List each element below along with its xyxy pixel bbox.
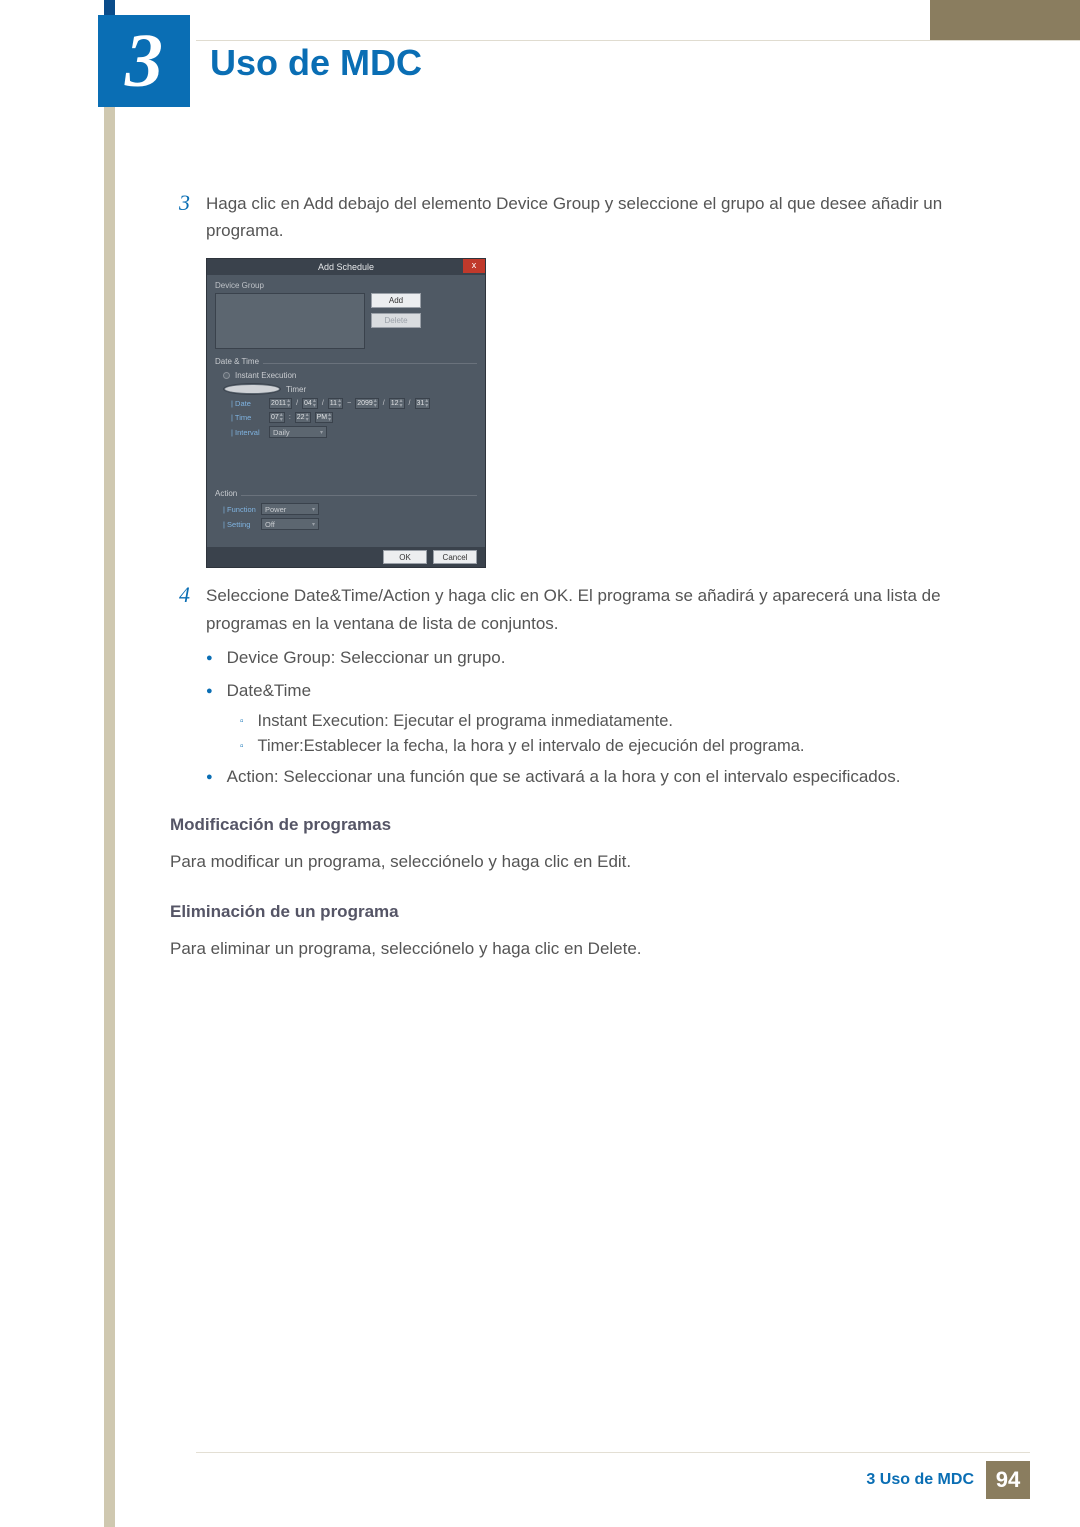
section-heading-modify: Modificación de programas <box>170 815 1010 835</box>
sep: / <box>383 400 385 407</box>
header-rule <box>196 40 1080 41</box>
device-group-label: Device Group <box>215 281 477 290</box>
month-from-stepper[interactable]: 04▴▾ <box>302 398 318 409</box>
time-row: | Time 07▴▾ : 22▴▾ PM▴▾ <box>231 412 477 423</box>
chapter-badge: 3 <box>98 15 190 107</box>
interval-select[interactable]: Daily▾ <box>269 426 327 438</box>
header-accent <box>930 0 1080 40</box>
ok-button[interactable]: OK <box>383 550 427 564</box>
hour-stepper[interactable]: 07▴▾ <box>269 412 285 423</box>
date-row-label: | Date <box>231 399 265 408</box>
list-text: Timer:Establecer la fecha, la hora y el … <box>258 737 805 756</box>
day-to-stepper[interactable]: 31▴▾ <box>415 398 431 409</box>
page-number: 94 <box>986 1461 1030 1499</box>
bullet-icon: ▫ <box>240 741 244 756</box>
add-button[interactable]: Add <box>371 293 421 308</box>
list-item: ● Device Group: Seleccionar un grupo. <box>206 645 1010 671</box>
tilde: ~ <box>347 400 351 407</box>
list-text: Action: Seleccionar una función que se a… <box>227 764 901 790</box>
timer-radio[interactable]: Timer <box>223 383 477 395</box>
page-title: Uso de MDC <box>210 42 422 84</box>
sep: / <box>409 400 411 407</box>
setting-row-label: | Setting <box>223 520 257 529</box>
date-row: | Date 2011▴▾ / 04▴▾ / 11▴▾ ~ 2099▴▾ / 1… <box>231 398 477 409</box>
step-3: 3 Haga clic en Add debajo del elemento D… <box>170 190 1010 244</box>
instant-execution-label: Instant Execution <box>235 371 296 380</box>
page-footer: 3 Uso de MDC 94 <box>866 1461 1030 1499</box>
instant-execution-radio[interactable]: Instant Execution <box>223 371 477 380</box>
step-number: 4 <box>170 582 190 636</box>
dialog-title-text: Add Schedule <box>318 262 374 272</box>
setting-row: | Setting Off▾ <box>223 518 477 530</box>
step-4: 4 Seleccione Date&Time/Action y haga cli… <box>170 582 1010 636</box>
add-schedule-dialog-screenshot: Add Schedule x Device Group Add Delete D… <box>206 258 486 568</box>
year-from-stepper[interactable]: 2011▴▾ <box>269 398 292 409</box>
sep: / <box>296 400 298 407</box>
setting-select[interactable]: Off▾ <box>261 518 319 530</box>
delete-button: Delete <box>371 313 421 328</box>
interval-row: | Interval Daily▾ <box>231 426 477 438</box>
content-area: 3 Haga clic en Add debajo del elemento D… <box>170 190 1010 962</box>
bullet-icon: ▫ <box>240 716 244 731</box>
list-item: ● Action: Seleccionar una función que se … <box>206 764 1010 790</box>
function-row-label: | Function <box>223 505 257 514</box>
list-text: Instant Execution: Ejecutar el programa … <box>258 712 673 731</box>
section-body-modify: Para modificar un programa, selecciónelo… <box>170 849 1010 875</box>
step-number: 3 <box>170 190 190 244</box>
step-text: Seleccione Date&Time/Action y haga clic … <box>206 582 1010 636</box>
section-heading-delete: Eliminación de un programa <box>170 902 1010 922</box>
step-text: Haga clic en Add debajo del elemento Dev… <box>206 190 1010 244</box>
interval-row-label: | Interval <box>231 428 265 437</box>
left-rail-bar <box>104 100 115 1527</box>
day-from-stepper[interactable]: 11▴▾ <box>328 398 343 409</box>
close-icon[interactable]: x <box>463 259 485 273</box>
dialog-title: Add Schedule x <box>207 259 485 275</box>
month-to-stepper[interactable]: 12▴▾ <box>389 398 405 409</box>
action-label: Action <box>215 489 241 498</box>
sep: / <box>322 400 324 407</box>
footer-text: 3 Uso de MDC <box>866 1471 974 1489</box>
footer-rule <box>196 1452 1030 1453</box>
bullet-icon: ● <box>206 683 213 704</box>
list-item: ▫ Timer:Establecer la fecha, la hora y el… <box>240 737 1010 756</box>
list-text: Device Group: Seleccionar un grupo. <box>227 645 506 671</box>
section-body-delete: Para eliminar un programa, selecciónelo … <box>170 936 1010 962</box>
minute-stepper[interactable]: 22▴▾ <box>295 412 311 423</box>
timer-label: Timer <box>286 385 306 394</box>
device-group-list[interactable] <box>215 293 365 349</box>
ampm-stepper[interactable]: PM▴▾ <box>315 412 334 423</box>
cancel-button[interactable]: Cancel <box>433 550 477 564</box>
list-item: ● Date&Time <box>206 678 1010 704</box>
function-row: | Function Power▾ <box>223 503 477 515</box>
list-text: Date&Time <box>227 678 311 704</box>
time-row-label: | Time <box>231 413 265 422</box>
bullet-icon: ● <box>206 769 213 790</box>
bullet-icon: ● <box>206 650 213 671</box>
year-to-stepper[interactable]: 2099▴▾ <box>355 398 379 409</box>
list-item: ▫ Instant Execution: Ejecutar el programa… <box>240 712 1010 731</box>
function-select[interactable]: Power▾ <box>261 503 319 515</box>
col: : <box>289 414 291 421</box>
datetime-label: Date & Time <box>215 357 263 366</box>
